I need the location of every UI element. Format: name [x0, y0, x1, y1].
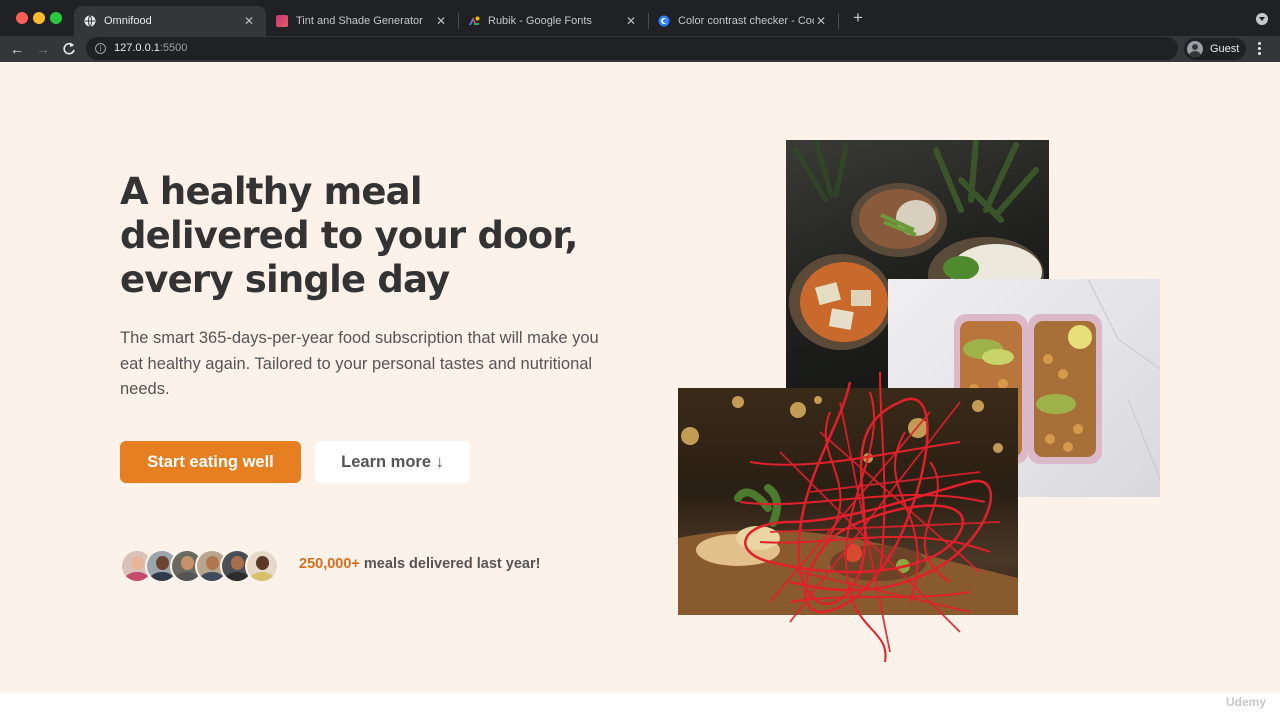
hero-heading: A healthy meal delivered to your door, e… [120, 170, 578, 301]
red-scribble-annotation [739, 372, 1001, 662]
tint-shade-favicon-icon [276, 15, 288, 27]
url-port: :5500 [159, 42, 188, 54]
next-section-edge [0, 693, 1280, 720]
tab-tint-and-shade-generator[interactable]: Tint and Shade Generator ✕ [266, 6, 458, 36]
close-tab-icon[interactable]: ✕ [434, 14, 448, 28]
meals-delivered-text: 250,000+ meals delivered last year! [299, 556, 540, 572]
hero-description: The smart 365-days-per-year food subscri… [120, 329, 599, 398]
meals-delivered-label: meals delivered last year! [359, 556, 541, 572]
learn-more-button[interactable]: Learn more ↓ [315, 441, 470, 483]
reload-icon[interactable] [60, 40, 78, 58]
browser-toolbar: ← → i 127.0.0.1:5500 Guest [0, 36, 1280, 62]
tab-divider [838, 13, 839, 29]
close-tab-icon[interactable]: ✕ [814, 14, 828, 28]
tab-omnifood[interactable]: Omnifood ✕ [74, 6, 266, 36]
address-bar[interactable]: i 127.0.0.1:5500 [86, 37, 1178, 60]
tab-color-contrast-checker[interactable]: Color contrast checker - Coolo ✕ [648, 6, 838, 36]
url-host: 127.0.0.1 [114, 42, 160, 54]
browser-menu-kebab-icon[interactable] [1258, 42, 1262, 56]
coolors-favicon-icon [658, 15, 670, 27]
tab-title: Tint and Shade Generator [296, 15, 423, 27]
new-tab-plus-icon[interactable]: + [850, 9, 866, 26]
forward-arrow-icon[interactable]: → [34, 40, 52, 58]
browser-tab-bar: Omnifood ✕ Tint and Shade Generator ✕ Ru… [0, 0, 1280, 36]
profile-button[interactable]: Guest [1184, 38, 1246, 60]
customer-avatar [245, 549, 279, 583]
tab-rubik-google-fonts[interactable]: Rubik - Google Fonts ✕ [458, 6, 648, 36]
meals-delivered-count: 250,000+ [299, 556, 360, 572]
hero-section: A healthy meal delivered to your door, e… [0, 62, 1280, 693]
minimize-window-button[interactable] [33, 12, 45, 24]
tab-search-chevron-icon[interactable] [1256, 13, 1268, 25]
guest-avatar-icon [1187, 41, 1203, 57]
maximize-window-button[interactable] [50, 12, 62, 24]
tab-title: Rubik - Google Fonts [488, 15, 592, 27]
start-eating-well-button[interactable]: Start eating well [120, 441, 301, 483]
udemy-watermark: Udemy [1226, 695, 1267, 709]
url-text: 127.0.0.1:5500 [114, 42, 187, 54]
tab-title: Color contrast checker - Coolo [678, 15, 814, 27]
globe-icon [84, 15, 96, 27]
tab-title: Omnifood [104, 15, 152, 27]
back-arrow-icon[interactable]: ← [8, 40, 26, 58]
site-info-icon[interactable]: i [95, 43, 106, 54]
close-window-button[interactable] [16, 12, 28, 24]
google-fonts-favicon-icon [469, 16, 480, 25]
profile-name: Guest [1210, 43, 1240, 55]
page-viewport: A healthy meal delivered to your door, e… [0, 62, 1280, 720]
close-tab-icon[interactable]: ✕ [624, 14, 638, 28]
page-scrollbar[interactable] [1268, 62, 1280, 720]
close-tab-icon[interactable]: ✕ [242, 14, 256, 28]
